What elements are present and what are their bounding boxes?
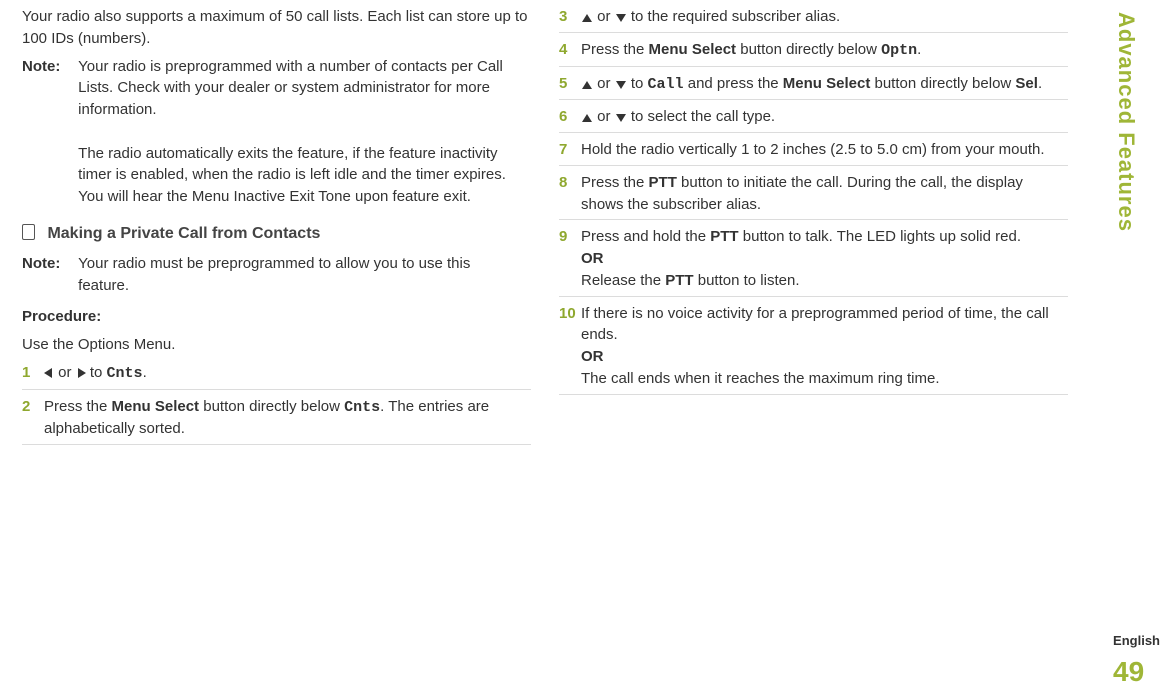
step-number: 6 bbox=[559, 106, 581, 128]
nav-up-icon bbox=[582, 14, 592, 22]
step-number: 4 bbox=[559, 39, 581, 62]
ptt-label: PTT bbox=[649, 174, 677, 191]
t: to bbox=[631, 75, 648, 92]
cnts-label: Cnts bbox=[107, 365, 143, 382]
ptt-label: PTT bbox=[665, 272, 693, 289]
t: to the required subscriber alias. bbox=[631, 8, 840, 25]
procedure-label: Procedure: bbox=[22, 306, 531, 328]
t: . bbox=[917, 41, 921, 58]
note-para-2: The radio automatically exits the featur… bbox=[78, 145, 506, 206]
note-label: Note: bbox=[22, 56, 74, 78]
page-number: English 49 bbox=[1113, 632, 1160, 693]
step-number: 3 bbox=[559, 6, 581, 28]
step-body: or to Call and press the Menu Select but… bbox=[581, 73, 1068, 96]
menu-select-label: Menu Select bbox=[649, 41, 737, 58]
step-body: Hold the radio vertically 1 to 2 inches … bbox=[581, 139, 1068, 161]
text-or: or bbox=[58, 364, 76, 381]
t: to select the call type. bbox=[631, 108, 775, 125]
nav-up-icon bbox=[582, 114, 592, 122]
call-label: Call bbox=[648, 76, 684, 93]
nav-up-icon bbox=[582, 81, 592, 89]
step-number: 9 bbox=[559, 226, 581, 291]
t: . bbox=[1038, 75, 1042, 92]
step-6: 6 or to select the call type. bbox=[559, 106, 1068, 133]
step-7: 7 Hold the radio vertically 1 to 2 inche… bbox=[559, 139, 1068, 166]
dot: . bbox=[143, 364, 147, 381]
t: The call ends when it reaches the maximu… bbox=[581, 370, 939, 387]
step-4: 4 Press the Menu Select button directly … bbox=[559, 39, 1068, 67]
cnts-label: Cnts bbox=[344, 399, 380, 416]
step-number: 7 bbox=[559, 139, 581, 161]
text-or: or bbox=[597, 8, 615, 25]
step-body: or to the required subscriber alias. bbox=[581, 6, 1068, 28]
step-body: If there is no voice activity for a prep… bbox=[581, 303, 1068, 390]
left-column: Your radio also supports a maximum of 50… bbox=[8, 0, 545, 451]
intro-paragraph: Your radio also supports a maximum of 50… bbox=[22, 6, 531, 50]
step-5: 5 or to Call and press the Menu Select b… bbox=[559, 73, 1068, 101]
note-block-2: Note: Your radio must be preprogrammed t… bbox=[22, 253, 531, 297]
step-8: 8 Press the PTT button to initiate the c… bbox=[559, 172, 1068, 221]
step-9: 9 Press and hold the PTT button to talk.… bbox=[559, 226, 1068, 296]
step-number: 10 bbox=[559, 303, 581, 390]
optn-label: Optn bbox=[881, 42, 917, 59]
document-icon bbox=[22, 224, 35, 240]
t: button directly below bbox=[203, 398, 344, 415]
nav-left-icon bbox=[44, 368, 52, 378]
step-10: 10 If there is no voice activity for a p… bbox=[559, 303, 1068, 395]
nav-down-icon bbox=[616, 114, 626, 122]
page-content: Your radio also supports a maximum of 50… bbox=[0, 0, 1100, 451]
step-body: or to select the call type. bbox=[581, 106, 1068, 128]
step-2: 2 Press the Menu Select button directly … bbox=[22, 396, 531, 446]
note2-body: Your radio must be preprogrammed to allo… bbox=[78, 253, 513, 297]
step-body: Press and hold the PTT button to talk. T… bbox=[581, 226, 1068, 291]
t: Press the bbox=[44, 398, 112, 415]
t: button directly below bbox=[875, 75, 1016, 92]
text-or: or bbox=[597, 75, 615, 92]
t: button to talk. The LED lights up solid … bbox=[743, 228, 1021, 245]
step-number: 1 bbox=[22, 362, 44, 385]
step-body: Press the Menu Select button directly be… bbox=[44, 396, 531, 441]
page-number-value: 49 bbox=[1113, 656, 1144, 687]
nav-down-icon bbox=[616, 81, 626, 89]
text-or: or bbox=[597, 108, 615, 125]
menu-select-label: Menu Select bbox=[112, 398, 200, 415]
step-number: 2 bbox=[22, 396, 44, 441]
t: button to listen. bbox=[698, 272, 800, 289]
step-body: Press the PTT button to initiate the cal… bbox=[581, 172, 1068, 216]
menu-select-label: Menu Select bbox=[783, 75, 871, 92]
section-title-text: Making a Private Call from Contacts bbox=[47, 225, 320, 242]
note2-label: Note: bbox=[22, 253, 74, 275]
step-body: Press the Menu Select button directly be… bbox=[581, 39, 1068, 62]
t: Press the bbox=[581, 41, 649, 58]
procedure-intro: Use the Options Menu. bbox=[22, 334, 531, 356]
nav-down-icon bbox=[616, 14, 626, 22]
section-title: Making a Private Call from Contacts bbox=[22, 222, 531, 245]
t: Press and hold the bbox=[581, 228, 710, 245]
language-label: English bbox=[1113, 632, 1160, 651]
t: Press the bbox=[581, 174, 649, 191]
note-block-1: Note: Your radio is preprogrammed with a… bbox=[22, 56, 531, 208]
t: Release the bbox=[581, 272, 665, 289]
right-column: 3 or to the required subscriber alias. 4… bbox=[545, 0, 1082, 451]
t: and press the bbox=[688, 75, 783, 92]
sel-label: Sel bbox=[1015, 75, 1038, 92]
or-label: OR bbox=[581, 250, 604, 267]
side-tab: Advanced Features bbox=[1110, 12, 1150, 652]
nav-right-icon bbox=[78, 368, 86, 378]
side-section-label: Advanced Features bbox=[1110, 12, 1142, 232]
note-para-1: Your radio is preprogrammed with a numbe… bbox=[78, 58, 503, 119]
or-label: OR bbox=[581, 348, 604, 365]
step-number: 5 bbox=[559, 73, 581, 96]
t: If there is no voice activity for a prep… bbox=[581, 305, 1049, 344]
step-1: 1 or to Cnts. bbox=[22, 362, 531, 390]
ptt-label: PTT bbox=[710, 228, 738, 245]
step-number: 8 bbox=[559, 172, 581, 216]
t: button directly below bbox=[740, 41, 881, 58]
step-body: or to Cnts. bbox=[44, 362, 531, 385]
text-to: to bbox=[90, 364, 107, 381]
note-body-1: Your radio is preprogrammed with a numbe… bbox=[78, 56, 513, 208]
step-3: 3 or to the required subscriber alias. bbox=[559, 6, 1068, 33]
